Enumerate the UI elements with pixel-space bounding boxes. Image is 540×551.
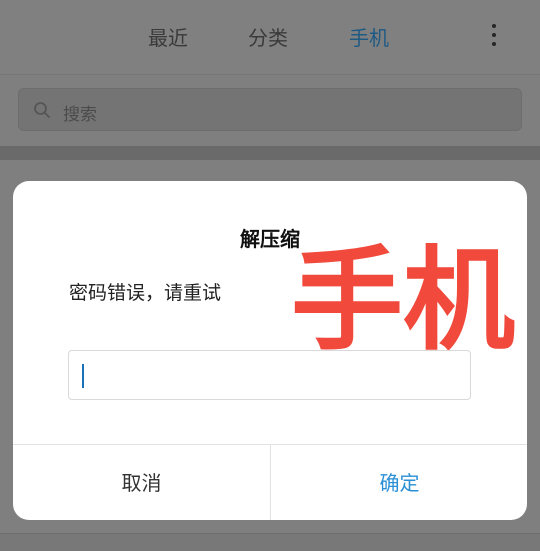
tab-category[interactable]: 分类 — [248, 22, 288, 51]
watermark-text: 手机 — [291, 236, 515, 361]
tab-recent[interactable]: 最近 — [148, 22, 188, 51]
extract-dialog: 解压缩 密码错误，请重试 手机 取消 确定 — [13, 181, 527, 520]
watermark-logo: 手机 — [291, 236, 515, 361]
search-icon — [34, 102, 50, 118]
password-field[interactable] — [68, 350, 471, 400]
bottom-bar — [0, 533, 540, 551]
error-message: 密码错误，请重试 — [69, 282, 222, 304]
search-placeholder: 搜索 — [63, 105, 97, 125]
dialog-button-row: 取消 确定 — [13, 444, 527, 520]
divider — [0, 146, 540, 160]
top-tab-bar: 最近 分类 手机 — [0, 0, 540, 75]
more-vertical-icon[interactable] — [486, 24, 502, 50]
search-input[interactable]: 搜索 — [18, 88, 522, 131]
confirm-button[interactable]: 确定 — [270, 445, 527, 520]
cancel-button[interactable]: 取消 — [13, 445, 270, 520]
tab-phone[interactable]: 手机 — [349, 22, 389, 51]
text-caret — [82, 364, 84, 388]
